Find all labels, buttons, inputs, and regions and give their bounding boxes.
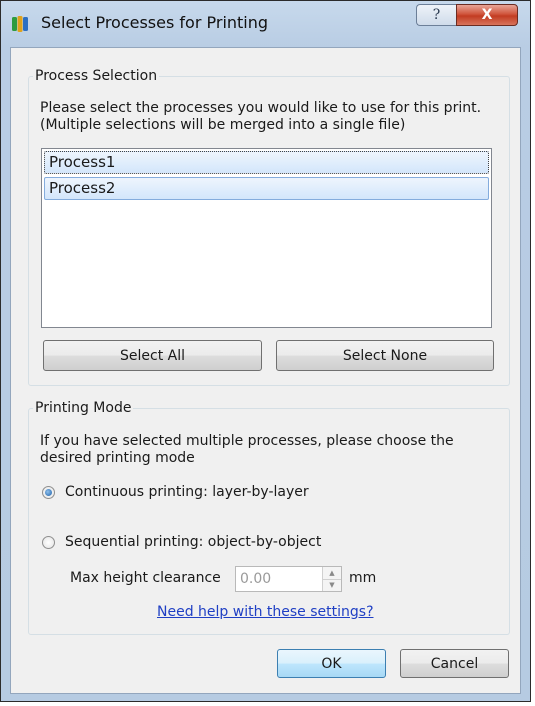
dialog-window: Select Processes for Printing ? X Proces… bbox=[0, 0, 531, 702]
ok-label: OK bbox=[321, 655, 342, 672]
list-item-process2[interactable]: Process2 bbox=[44, 177, 489, 200]
description-line-2: (Multiple selections will be merged into… bbox=[40, 117, 406, 133]
help-button[interactable]: ? bbox=[416, 4, 456, 26]
max-height-input[interactable]: 0.00 bbox=[236, 567, 322, 591]
list-item-process1[interactable]: Process1 bbox=[44, 151, 489, 174]
radio-button-unselected[interactable] bbox=[42, 535, 55, 549]
unit-label: mm bbox=[349, 570, 377, 586]
close-icon: X bbox=[481, 7, 493, 23]
help-settings-link[interactable]: Need help with these settings? bbox=[157, 604, 374, 620]
description-line-1: Please select the processes you would li… bbox=[40, 100, 482, 116]
printing-mode-description: If you have selected multiple processes,… bbox=[40, 433, 454, 467]
printing-mode-legend: Printing Mode bbox=[35, 400, 132, 416]
help-icon: ? bbox=[432, 7, 441, 23]
radio-continuous-printing[interactable]: Continuous printing: layer-by-layer bbox=[42, 484, 309, 500]
max-height-spinbox[interactable]: 0.00 ▲ ▼ bbox=[235, 566, 342, 592]
continuous-printing-label: Continuous printing: layer-by-layer bbox=[65, 484, 309, 500]
process-listbox[interactable]: Process1 Process2 bbox=[41, 148, 492, 328]
app-process-icon bbox=[11, 15, 29, 33]
select-none-label: Select None bbox=[342, 347, 428, 364]
ok-button[interactable]: OK bbox=[277, 649, 386, 678]
select-none-button[interactable]: Select None bbox=[276, 340, 494, 371]
max-height-clearance-label: Max height clearance bbox=[70, 570, 221, 586]
close-button[interactable]: X bbox=[456, 4, 518, 26]
radio-sequential-printing[interactable]: Sequential printing: object-by-object bbox=[42, 534, 321, 550]
process-selection-description: Please select the processes you would li… bbox=[40, 100, 481, 134]
mode-description-line-1: If you have selected multiple processes,… bbox=[40, 433, 454, 449]
select-all-button[interactable]: Select All bbox=[43, 340, 262, 371]
list-item-label: Process2 bbox=[49, 179, 116, 197]
cancel-button[interactable]: Cancel bbox=[400, 649, 509, 678]
sequential-printing-label: Sequential printing: object-by-object bbox=[65, 534, 322, 550]
spin-down-icon[interactable]: ▼ bbox=[323, 578, 341, 591]
spin-arrows: ▲ ▼ bbox=[322, 567, 341, 591]
radio-button-selected[interactable] bbox=[42, 485, 55, 499]
cancel-label: Cancel bbox=[430, 655, 479, 672]
window-title: Select Processes for Printing bbox=[41, 13, 269, 32]
process-selection-legend: Process Selection bbox=[35, 68, 158, 84]
select-all-label: Select All bbox=[120, 347, 185, 364]
dialog-client-area: Process Selection Please select the proc… bbox=[10, 47, 521, 694]
mode-description-line-2: desired printing mode bbox=[40, 450, 195, 466]
title-bar[interactable]: Select Processes for Printing ? X bbox=[1, 1, 530, 47]
caption-buttons: ? X bbox=[416, 4, 518, 26]
spin-up-icon[interactable]: ▲ bbox=[323, 567, 341, 579]
list-item-label: Process1 bbox=[49, 153, 116, 171]
